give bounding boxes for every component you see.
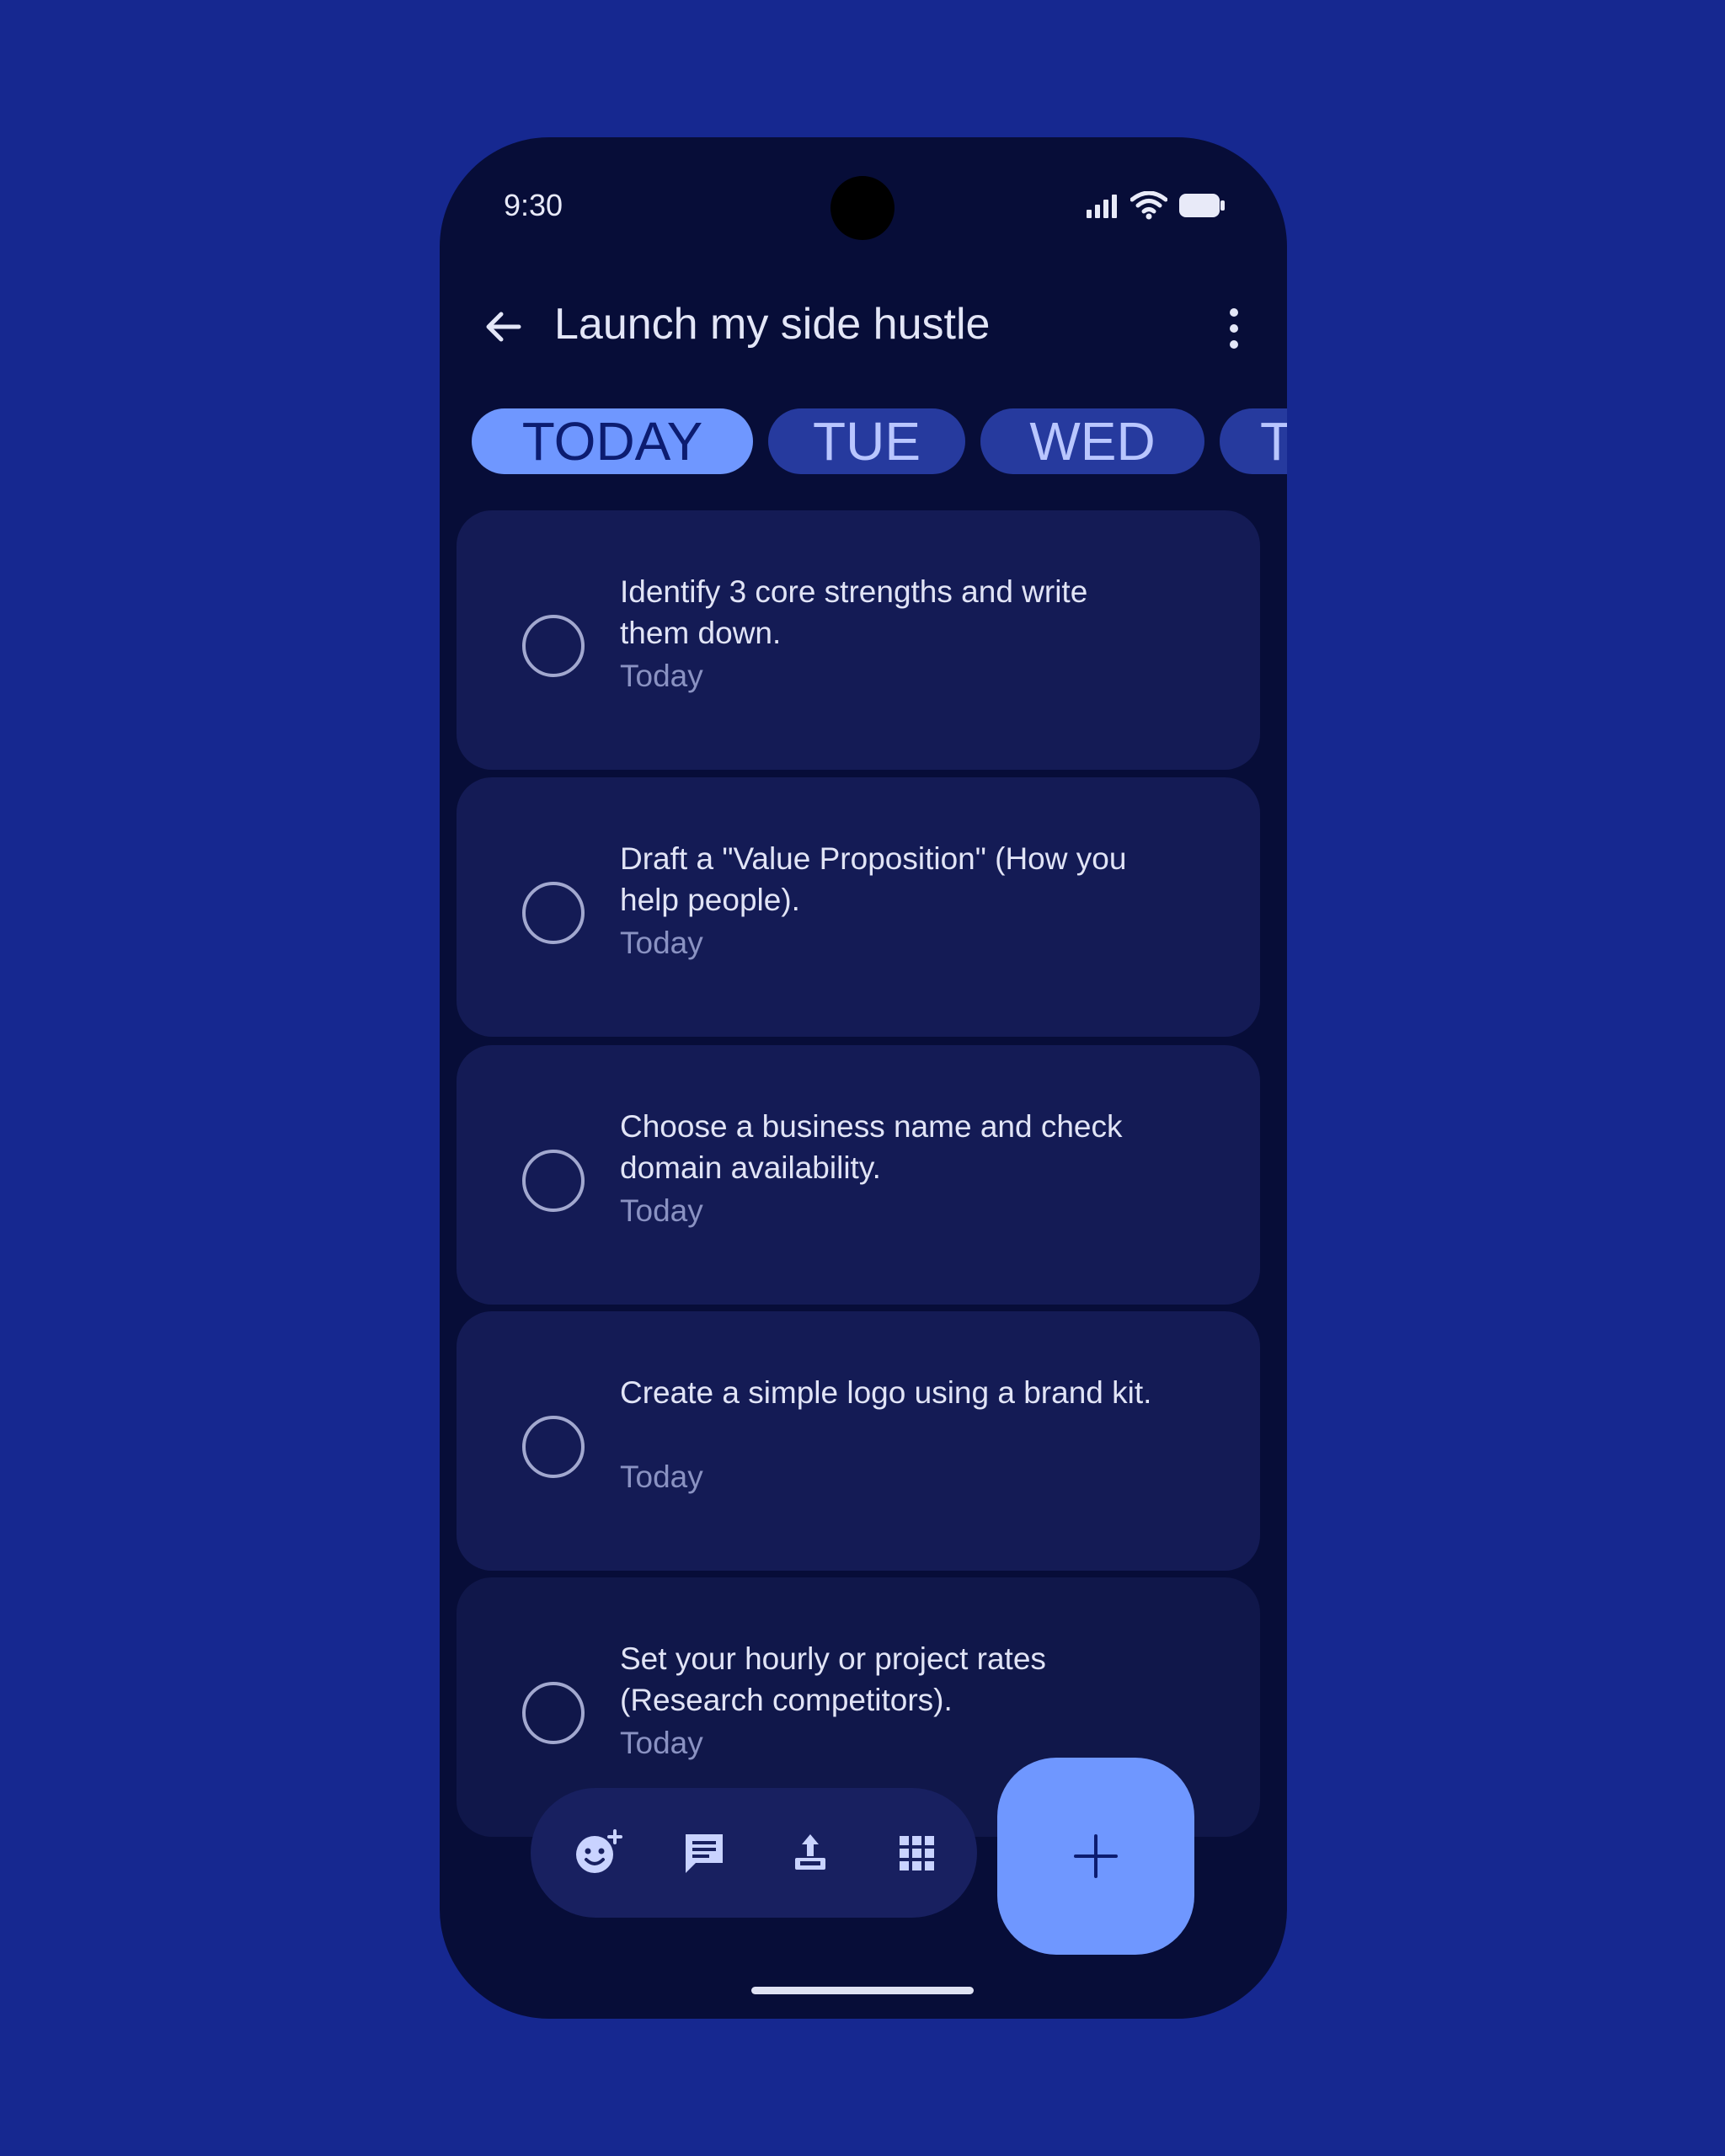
back-button[interactable] (473, 297, 532, 356)
tab-label: WED (1029, 411, 1156, 472)
more-options-button[interactable] (1213, 301, 1255, 356)
bottom-toolbar (531, 1788, 977, 1918)
app-bar: Launch my side hustle (440, 280, 1287, 373)
add-reaction-button[interactable] (573, 1828, 623, 1878)
task-title: Create a simple logo using a brand kit. (620, 1375, 1152, 1410)
page-title: Launch my side hustle (554, 300, 991, 349)
battery-icon (1179, 194, 1225, 217)
status-bar: 9:30 (440, 137, 1287, 272)
task-due-date: Today (620, 1726, 703, 1760)
apps-grid-button[interactable] (891, 1828, 942, 1878)
status-icons (1085, 191, 1225, 220)
upload-button[interactable] (785, 1828, 836, 1878)
signal-icon (1087, 195, 1117, 218)
task-due-date: Today (620, 1460, 703, 1494)
task-title: Identify 3 core strengths and write them… (620, 574, 1088, 650)
arrow-back-icon (486, 312, 521, 342)
task-card[interactable]: Choose a business name and check domain … (457, 1045, 1260, 1305)
add-task-fab[interactable] (997, 1758, 1194, 1955)
tab-thu[interactable]: T (1220, 408, 1287, 474)
task-checkbox[interactable] (522, 882, 585, 944)
task-title: Choose a business name and check domain … (620, 1109, 1123, 1185)
task-checkbox[interactable] (522, 1416, 585, 1478)
task-due-date: Today (620, 1193, 703, 1228)
chat-button[interactable] (679, 1828, 729, 1878)
tab-label: T (1260, 411, 1287, 472)
phone-screen: 9:30 Launch my side hustle TODAY TUE WED… (440, 137, 1287, 2019)
wifi-icon (1130, 191, 1167, 220)
task-card[interactable]: Draft a "Value Proposition" (How you hel… (457, 777, 1260, 1037)
tab-wed[interactable]: WED (980, 408, 1204, 474)
tab-label: TODAY (521, 411, 703, 472)
task-checkbox[interactable] (522, 615, 585, 677)
task-due-date: Today (620, 926, 703, 960)
tab-label: TUE (813, 411, 921, 472)
chat-icon (686, 1834, 723, 1873)
status-time: 9:30 (504, 188, 563, 222)
tab-today[interactable]: TODAY (472, 408, 753, 474)
task-checkbox[interactable] (522, 1682, 585, 1744)
day-tabs: TODAY TUE WED T (472, 408, 1287, 474)
task-card[interactable]: Create a simple logo using a brand kit. … (457, 1311, 1260, 1571)
camera-cutout (830, 176, 895, 240)
tab-tue[interactable]: TUE (768, 408, 965, 474)
task-title: Set your hourly or project rates (Resear… (620, 1641, 1046, 1717)
apps-grid-icon (900, 1836, 934, 1870)
upload-icon (795, 1834, 825, 1870)
home-indicator[interactable] (751, 1987, 974, 1994)
plus-icon (1074, 1834, 1118, 1878)
add-reaction-icon (576, 1829, 622, 1873)
task-checkbox[interactable] (522, 1150, 585, 1212)
task-due-date: Today (620, 659, 703, 693)
task-card[interactable]: Identify 3 core strengths and write them… (457, 510, 1260, 770)
more-vert-icon (1230, 308, 1238, 349)
task-title: Draft a "Value Proposition" (How you hel… (620, 841, 1127, 917)
